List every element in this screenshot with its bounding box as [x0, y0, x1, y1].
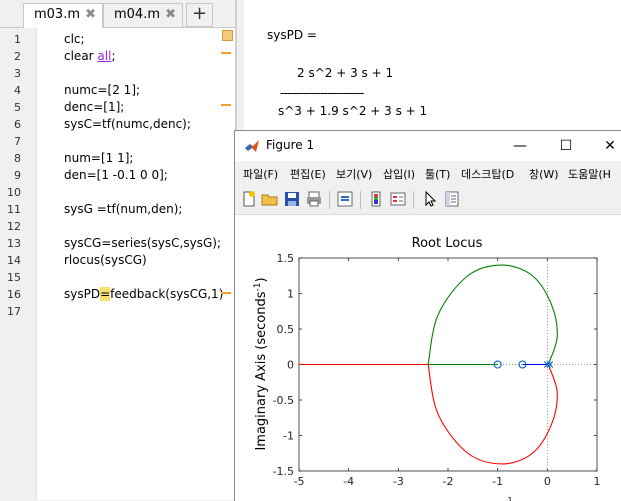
code-line[interactable]: numc=[2 1];: [64, 83, 140, 97]
code-line[interactable]: sysCG=series(sysC,sysG);: [64, 236, 221, 250]
y-tick-label: -1: [283, 430, 294, 443]
y-tick-label: 1: [287, 288, 294, 301]
warning-marker[interactable]: [221, 104, 231, 106]
code-line[interactable]: num=[1 1];: [64, 151, 133, 165]
root-locus-plot[interactable]: Root Locus -5 -4 -3 -2 -1 0 1 1.5 1 0.5 0 -0.5 -1 -1.…: [235, 131, 621, 501]
tf-divider: -------------------------: [280, 86, 364, 100]
editor-tab-bar: m03.m ✖ m04.m ✖ +: [0, 0, 235, 28]
close-tab-icon[interactable]: ✖: [165, 4, 176, 26]
code-text: rlocus(sysCG): [64, 253, 147, 267]
code-text: clear: [64, 49, 98, 63]
x-tick-label: -4: [343, 475, 354, 488]
tab-m03[interactable]: m03.m ✖: [23, 3, 103, 28]
code-line[interactable]: rlocus(sysCG): [64, 253, 147, 267]
warning-marker[interactable]: [221, 292, 231, 294]
code-line[interactable]: clear all;: [64, 49, 116, 63]
code-text: sysC=tf(numc,denc);: [64, 117, 191, 131]
y-tick-label: 0: [287, 359, 294, 372]
code-text: sysPD: [64, 287, 101, 301]
code-text: ;: [111, 49, 116, 63]
command-window[interactable]: sysPD = 2 s^2 + 3 s + 1 ----------------…: [244, 0, 621, 130]
line-number: 8: [14, 152, 21, 165]
figure-window: Figure 1 — ☐ ✕ 파일(F) 편집(E) 보기(V) 삽입(I) 툴…: [234, 130, 621, 501]
line-number: 12: [7, 220, 21, 233]
tf-numerator: 2 s^2 + 3 s + 1: [297, 66, 394, 80]
y-tick-label: -0.5: [273, 394, 294, 407]
y-tick-label: 1.5: [277, 252, 295, 265]
line-number: 7: [14, 135, 21, 148]
line-number: 15: [7, 271, 21, 284]
code-line[interactable]: den=[1 -0.1 0 0];: [64, 168, 168, 182]
keyword: all: [97, 49, 112, 63]
code-text: num=[1 1];: [64, 151, 134, 165]
x-axis-label-fragment: 1: [507, 496, 512, 501]
code-line[interactable]: clc;: [64, 32, 85, 46]
y-axis-label: Imaginary Axis (seconds-1): [253, 277, 269, 450]
output-variable: sysPD =: [267, 28, 317, 42]
add-tab-button[interactable]: +: [186, 3, 213, 27]
analysis-status-indicator: [222, 30, 233, 41]
x-tick-label: 0: [544, 475, 551, 488]
tf-denominator: s^3 + 1.9 s^2 + 3 s + 1: [278, 104, 428, 118]
code-text: denc=[1];: [64, 100, 125, 114]
y-tick-label: -1.5: [273, 465, 294, 478]
tab-label: m03.m: [34, 7, 81, 22]
x-tick-label: 1: [594, 475, 601, 488]
x-tick-label: -1: [492, 475, 503, 488]
code-text: sysG =tf(num,den);: [64, 202, 183, 216]
code-line[interactable]: sysPD=feedback(sysCG,1): [64, 287, 223, 301]
line-number: 5: [14, 101, 21, 114]
y-tick-label: 0.5: [277, 323, 295, 336]
code-line[interactable]: sysG =tf(num,den);: [64, 202, 182, 216]
code-line[interactable]: denc=[1];: [64, 100, 124, 114]
line-number: 10: [7, 186, 21, 199]
line-number: 2: [14, 50, 21, 63]
line-number: 16: [7, 288, 21, 301]
line-number: 14: [7, 254, 21, 267]
line-number: 9: [14, 169, 21, 182]
code-text: den=[1 -0.1 0 0];: [64, 168, 168, 182]
x-tick-label: -2: [443, 475, 454, 488]
tab-m04[interactable]: m04.m ✖: [103, 3, 183, 27]
code-text: clc;: [64, 32, 85, 46]
editor-pane: m03.m ✖ m04.m ✖ + 1 2 3 4 5 6 7 8 9 10 11 12 13 14 15 1…: [0, 0, 235, 500]
line-number: 3: [14, 67, 21, 80]
x-tick-label: -3: [393, 475, 404, 488]
highlighted-token: =: [100, 287, 111, 301]
close-tab-icon[interactable]: ✖: [85, 4, 96, 26]
x-tick-label: -5: [294, 475, 305, 488]
line-number: 17: [7, 305, 21, 318]
line-number: 4: [14, 84, 21, 97]
pane-gap: [237, 0, 244, 130]
code-line[interactable]: sysC=tf(numc,denc);: [64, 117, 191, 131]
code-text: sysCG=series(sysC,sysG);: [64, 236, 221, 250]
code-text: numc=[2 1];: [64, 83, 141, 97]
line-number: 13: [7, 237, 21, 250]
line-number-gutter: 1 2 3 4 5 6 7 8 9 10 11 12 13 14 15 16 17: [0, 28, 37, 500]
warning-marker[interactable]: [221, 52, 231, 54]
code-text: feedback(sysCG,1): [110, 287, 224, 301]
chart-title: Root Locus: [412, 236, 483, 251]
line-number: 1: [14, 33, 21, 46]
tab-label: m04.m: [114, 7, 161, 22]
line-number: 6: [14, 118, 21, 131]
line-number: 11: [7, 203, 21, 216]
